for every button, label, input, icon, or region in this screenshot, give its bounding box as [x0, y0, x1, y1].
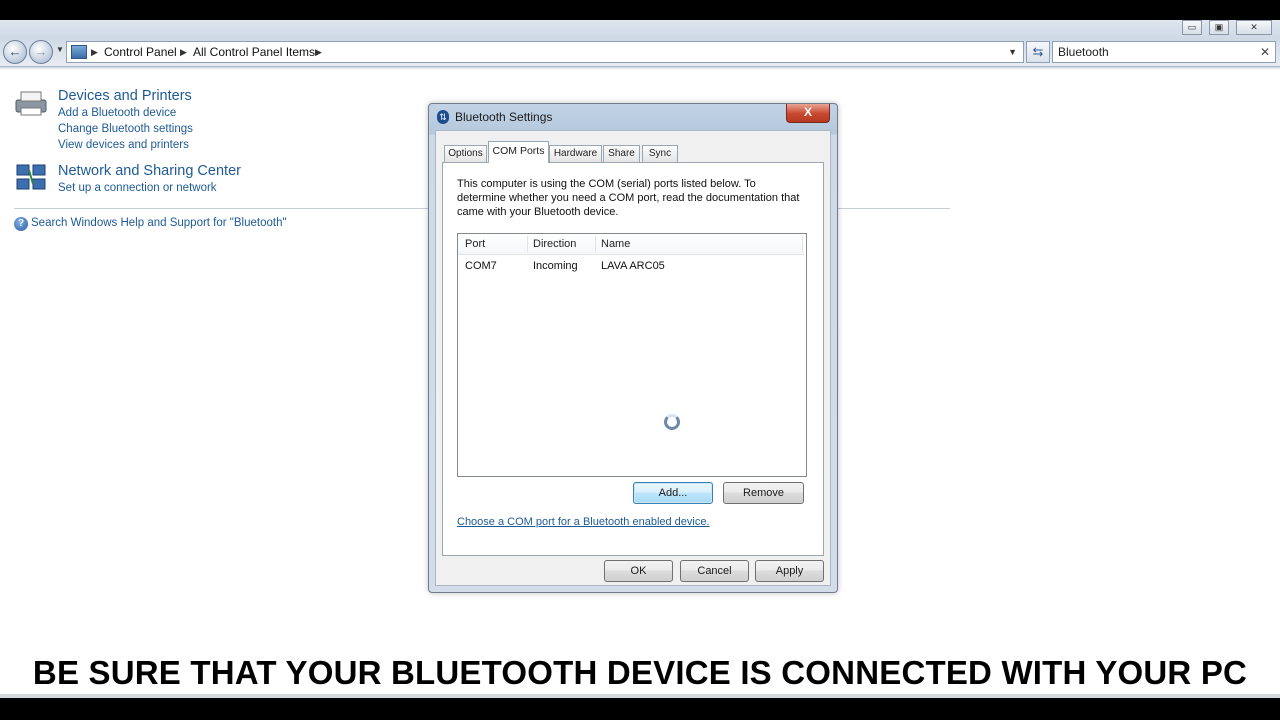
- view-devices-link[interactable]: View devices and printers: [58, 139, 189, 151]
- search-help-link[interactable]: Search Windows Help and Support for "Blu…: [31, 217, 287, 229]
- back-arrow-icon[interactable]: ←: [3, 40, 27, 64]
- change-bluetooth-settings-link[interactable]: Change Bluetooth settings: [58, 123, 193, 135]
- dialog-titlebar[interactable]: ⇅ Bluetooth Settings X: [429, 104, 837, 130]
- choose-com-port-link[interactable]: Choose a COM port for a Bluetooth enable…: [457, 516, 710, 528]
- help-icon: ?: [14, 217, 28, 231]
- chevron-right-icon[interactable]: ▶: [180, 42, 187, 62]
- control-panel-icon: [71, 45, 87, 59]
- com-ports-description: This computer is using the COM (serial) …: [457, 178, 800, 218]
- row-name: LAVA ARC05: [601, 260, 665, 272]
- column-port[interactable]: Port: [465, 234, 485, 254]
- tab-share[interactable]: Share: [603, 145, 640, 162]
- breadcrumb-control-panel[interactable]: Control Panel: [104, 42, 177, 62]
- tab-sync[interactable]: Sync: [642, 145, 678, 162]
- row-direction: Incoming: [533, 260, 578, 272]
- column-name[interactable]: Name: [601, 234, 630, 254]
- bluetooth-icon: ⇅: [437, 110, 449, 124]
- network-sharing-title[interactable]: Network and Sharing Center: [58, 163, 241, 179]
- refresh-button[interactable]: ⇆: [1026, 41, 1050, 63]
- breadcrumb[interactable]: ▶ Control Panel ▶ All Control Panel Item…: [66, 41, 1024, 63]
- address-bar-shadow: [0, 67, 1280, 70]
- column-direction[interactable]: Direction: [533, 234, 576, 254]
- column-separator[interactable]: [527, 236, 528, 252]
- ok-button[interactable]: OK: [604, 560, 673, 582]
- breadcrumb-all-items[interactable]: All Control Panel Items: [193, 42, 315, 62]
- cancel-button[interactable]: Cancel: [680, 560, 749, 582]
- divider: [838, 208, 950, 209]
- chevron-right-icon[interactable]: ▶: [91, 42, 98, 62]
- list-header: Port Direction Name: [458, 234, 804, 255]
- forward-arrow-icon[interactable]: →: [29, 40, 53, 64]
- bluetooth-settings-dialog: ⇅ Bluetooth Settings X Options COM Ports…: [428, 103, 838, 593]
- chevron-right-icon[interactable]: ▶: [315, 42, 322, 62]
- add-button[interactable]: Add...: [633, 482, 713, 504]
- dialog-title: Bluetooth Settings: [455, 110, 553, 124]
- bottom-black-bar: [0, 698, 1280, 720]
- minimize-button[interactable]: ▭: [1182, 20, 1202, 35]
- apply-button[interactable]: Apply: [755, 560, 824, 582]
- tab-hardware[interactable]: Hardware: [549, 145, 602, 162]
- add-bluetooth-device-link[interactable]: Add a Bluetooth device: [58, 107, 176, 119]
- com-ports-panel: This computer is using the COM (serial) …: [442, 162, 824, 556]
- dialog-body: Options COM Ports Hardware Share Sync Th…: [435, 130, 831, 586]
- maximize-button[interactable]: ▣: [1209, 20, 1229, 35]
- com-ports-list[interactable]: Port Direction Name COM7 Incoming LAVA A…: [457, 233, 807, 477]
- column-separator[interactable]: [595, 236, 596, 252]
- clear-search-icon[interactable]: ✕: [1260, 42, 1270, 62]
- remove-button[interactable]: Remove: [723, 482, 804, 504]
- row-port: COM7: [465, 260, 497, 272]
- recent-pages-dropdown-icon[interactable]: ▼: [56, 45, 64, 54]
- setup-connection-link[interactable]: Set up a connection or network: [58, 182, 217, 194]
- printer-icon: [15, 91, 47, 116]
- tab-options[interactable]: Options: [444, 145, 487, 162]
- search-value: Bluetooth: [1058, 45, 1109, 59]
- address-dropdown-icon[interactable]: ▼: [1008, 42, 1017, 62]
- search-input[interactable]: Bluetooth ✕: [1052, 41, 1276, 63]
- top-black-bar: [0, 0, 1280, 20]
- network-icon: [16, 164, 46, 190]
- devices-and-printers-title[interactable]: Devices and Printers: [58, 88, 192, 104]
- tab-com-ports[interactable]: COM Ports: [488, 141, 549, 163]
- dialog-close-button[interactable]: X: [786, 104, 830, 123]
- video-caption: BE SURE THAT YOUR BLUETOOTH DEVICE IS CO…: [32, 654, 1248, 691]
- busy-cursor-icon: [664, 414, 680, 430]
- column-separator[interactable]: [802, 236, 803, 252]
- divider: [14, 208, 430, 209]
- close-window-button[interactable]: ✕: [1236, 20, 1272, 35]
